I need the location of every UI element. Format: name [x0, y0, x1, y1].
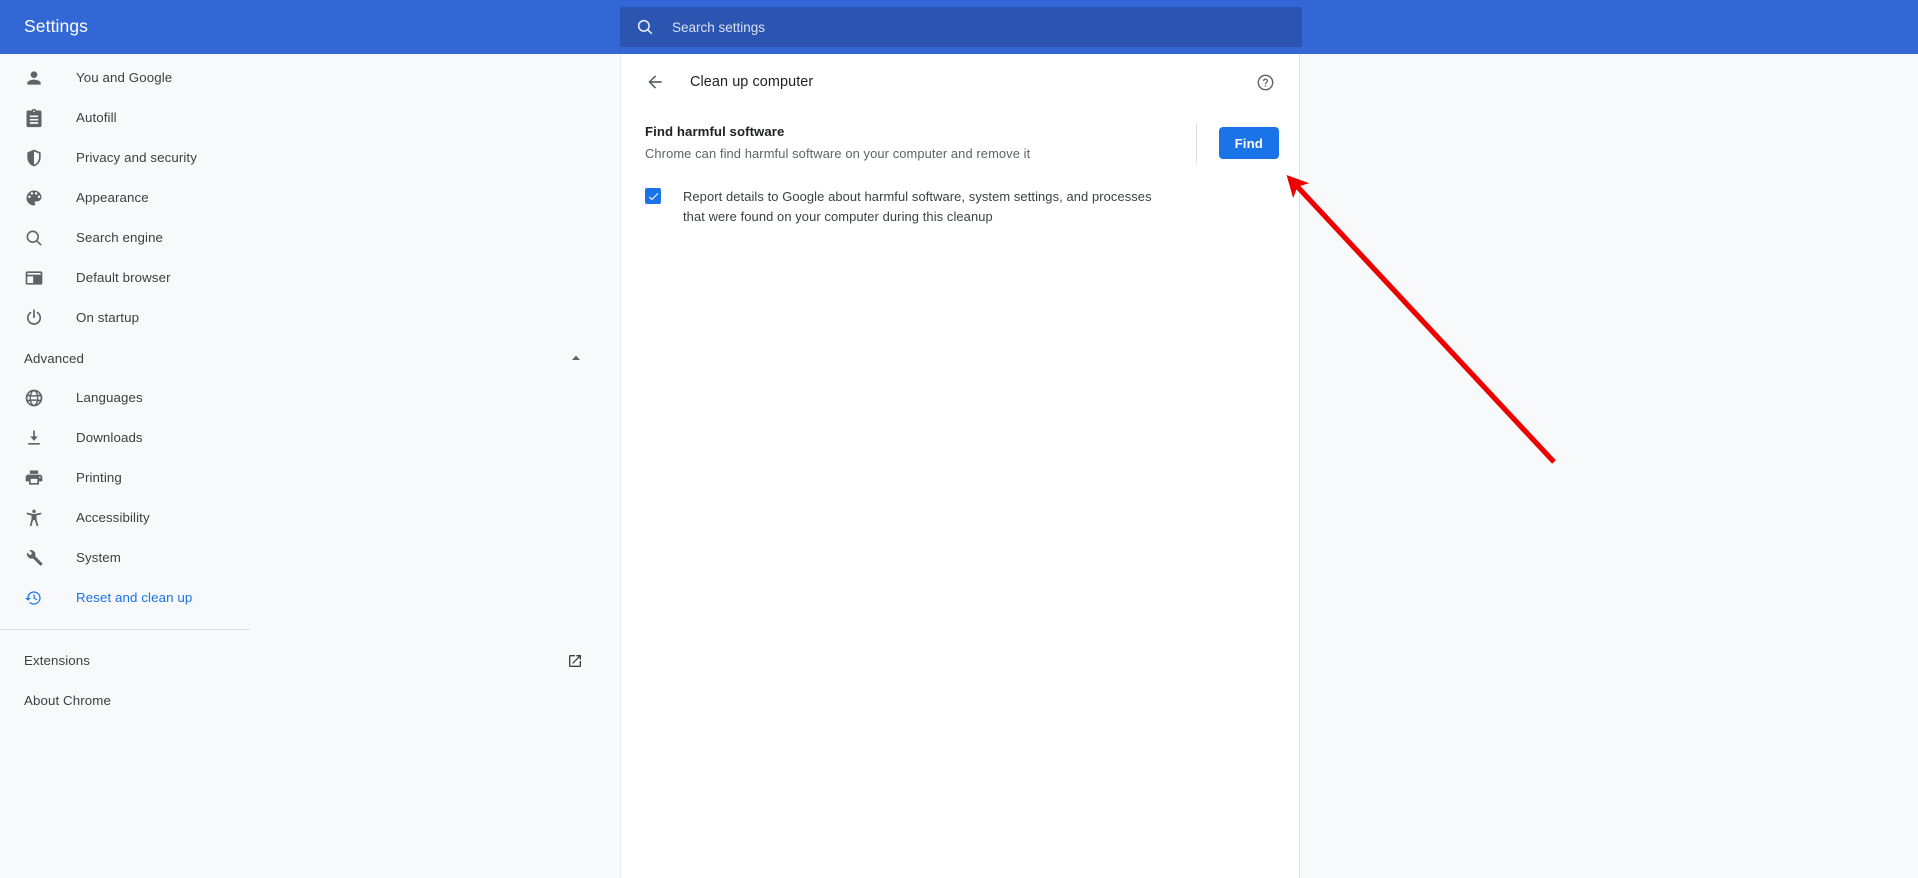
arrow-back-icon[interactable]: [641, 68, 669, 96]
report-details-checkbox[interactable]: [645, 188, 661, 204]
sidebar-item-default-browser[interactable]: Default browser: [0, 258, 620, 298]
report-details-checkbox-label: Report details to Google about harmful s…: [683, 189, 1152, 224]
sidebar-item-autofill[interactable]: Autofill: [0, 98, 620, 138]
page-title: Clean up computer: [690, 74, 814, 90]
help-circle-icon[interactable]: [1251, 68, 1279, 96]
power-icon: [24, 308, 44, 328]
sidebar-item-label: Default browser: [76, 270, 171, 285]
sidebar-divider: [0, 629, 250, 630]
sidebar-item-label: Accessibility: [76, 510, 150, 525]
sidebar-item-extensions[interactable]: Extensions: [0, 641, 620, 681]
sidebar-item-label: About Chrome: [24, 693, 111, 708]
row-separator: [1195, 123, 1197, 163]
shield-icon: [24, 148, 44, 168]
search-icon: [636, 18, 654, 36]
accessibility-icon: [24, 508, 44, 528]
sidebar-item-label: Languages: [76, 390, 143, 405]
globe-icon: [24, 388, 44, 408]
sidebar-item-label: Privacy and security: [76, 150, 197, 165]
top-header-bar: Settings: [0, 0, 1918, 54]
advanced-group-label: Advanced: [24, 350, 84, 366]
main-content-panel: Clean up computer Find harmful software …: [620, 54, 1300, 878]
sidebar-item-label: Appearance: [76, 190, 149, 205]
sidebar-item-languages[interactable]: Languages: [0, 378, 620, 418]
clipboard-icon: [24, 108, 44, 128]
find-button[interactable]: Find: [1218, 127, 1279, 159]
settings-sidebar: You and Google Autofill Privacy and secu…: [0, 54, 620, 878]
settings-window: Settings You and Google Autofill P: [0, 0, 1918, 878]
setting-subtitle: Chrome can find harmful software on your…: [645, 146, 1031, 161]
sidebar-group-advanced[interactable]: Advanced: [0, 338, 620, 378]
sidebar-item-accessibility[interactable]: Accessibility: [0, 498, 620, 538]
sidebar-item-you-and-google[interactable]: You and Google: [0, 58, 620, 98]
search-input[interactable]: [672, 7, 1302, 47]
sidebar-item-search-engine[interactable]: Search engine: [0, 218, 620, 258]
setting-title: Find harmful software: [645, 124, 785, 139]
person-icon: [24, 68, 44, 88]
sidebar-item-label: Search engine: [76, 230, 164, 245]
sidebar-item-label: On startup: [76, 310, 140, 325]
page-brand-title: Settings: [24, 16, 89, 36]
content-page-header: Clean up computer: [621, 54, 1299, 110]
find-harmful-software-row: Find harmful software Chrome can find ha…: [621, 115, 1299, 171]
sidebar-item-label: You and Google: [76, 70, 173, 85]
open-in-new-icon: [566, 652, 584, 670]
sidebar-item-reset-and-clean-up[interactable]: Reset and clean up: [0, 578, 620, 618]
sidebar-item-downloads[interactable]: Downloads: [0, 418, 620, 458]
sidebar-item-label: Printing: [76, 470, 122, 485]
setting-text-block: Find harmful software Chrome can find ha…: [645, 122, 1196, 164]
sidebar-item-label: Downloads: [76, 430, 143, 445]
sidebar-item-label: Extensions: [24, 653, 91, 668]
restore-history-icon: [24, 588, 44, 608]
sidebar-item-label: System: [76, 550, 121, 565]
sidebar-item-label: Autofill: [76, 110, 117, 125]
sidebar-item-privacy-and-security[interactable]: Privacy and security: [0, 138, 620, 178]
sidebar-item-about-chrome[interactable]: About Chrome: [0, 681, 620, 721]
right-empty-pane: [1301, 54, 1918, 878]
sidebar-item-on-startup[interactable]: On startup: [0, 298, 620, 338]
sidebar-item-system[interactable]: System: [0, 538, 620, 578]
wrench-icon: [24, 548, 44, 568]
sidebar-item-printing[interactable]: Printing: [0, 458, 620, 498]
magnifier-icon: [24, 228, 44, 248]
checkmark-icon: [648, 192, 658, 200]
browser-window-icon: [24, 268, 44, 288]
printer-icon: [24, 468, 44, 488]
sidebar-item-appearance[interactable]: Appearance: [0, 178, 620, 218]
sidebar-item-label: Reset and clean up: [76, 590, 193, 605]
report-details-checkbox-row: Report details to Google about harmful s…: [621, 187, 1299, 227]
search-settings-field[interactable]: [620, 7, 1302, 47]
download-icon: [24, 428, 44, 448]
chevron-up-icon: [568, 350, 584, 366]
palette-icon: [24, 188, 44, 208]
